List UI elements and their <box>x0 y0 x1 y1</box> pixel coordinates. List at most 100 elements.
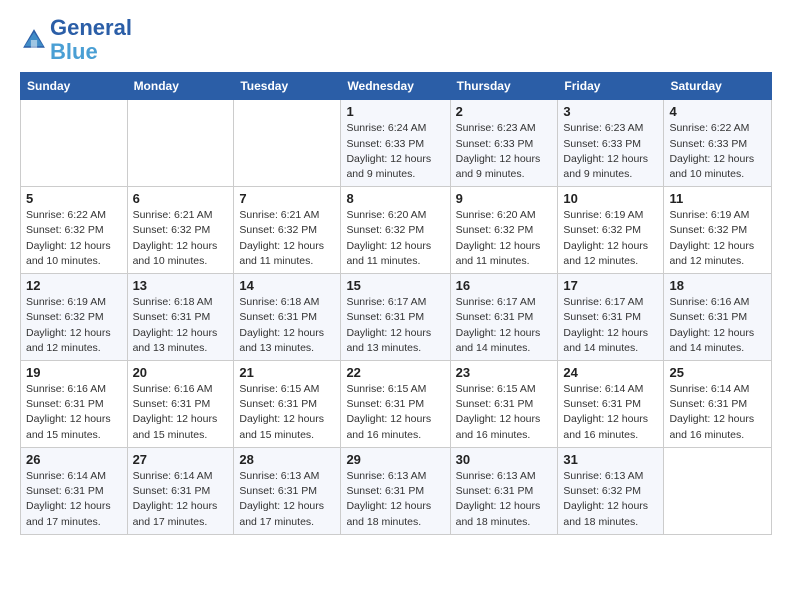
day-number: 25 <box>669 365 766 380</box>
calendar-cell: 12 Sunrise: 6:19 AM Sunset: 6:32 PM Dayli… <box>21 274 128 361</box>
weekday-header-wednesday: Wednesday <box>341 73 450 100</box>
calendar-table: SundayMondayTuesdayWednesdayThursdayFrid… <box>20 72 772 534</box>
calendar-cell <box>664 447 772 534</box>
weekday-header-thursday: Thursday <box>450 73 558 100</box>
day-number: 20 <box>133 365 229 380</box>
header: GeneralBlue <box>20 16 772 64</box>
day-info: Sunrise: 6:23 AM Sunset: 6:33 PM Dayligh… <box>456 121 553 182</box>
day-number: 9 <box>456 191 553 206</box>
calendar-cell: 30Sunrise: 6:13 AM Sunset: 6:31 PM Dayli… <box>450 447 558 534</box>
day-info: Sunrise: 6:14 AM Sunset: 6:31 PM Dayligh… <box>26 469 122 530</box>
day-info: Sunrise: 6:19 AM Sunset: 6:32 PM Dayligh… <box>563 208 658 269</box>
weekday-header-row: SundayMondayTuesdayWednesdayThursdayFrid… <box>21 73 772 100</box>
day-info: Sunrise: 6:15 AM Sunset: 6:31 PM Dayligh… <box>346 382 444 443</box>
calendar-cell: 9 Sunrise: 6:20 AM Sunset: 6:32 PM Daylig… <box>450 187 558 274</box>
day-number: 6 <box>133 191 229 206</box>
day-info: Sunrise: 6:19 AM Sunset: 6:32 PM Dayligh… <box>26 295 122 356</box>
day-info: Sunrise: 6:13 AM Sunset: 6:31 PM Dayligh… <box>239 469 335 530</box>
calendar-cell: 6 Sunrise: 6:21 AM Sunset: 6:32 PM Daylig… <box>127 187 234 274</box>
calendar-cell: 13 Sunrise: 6:18 AM Sunset: 6:31 PM Dayli… <box>127 274 234 361</box>
day-info: Sunrise: 6:21 AM Sunset: 6:32 PM Dayligh… <box>133 208 229 269</box>
day-number: 1 <box>346 104 444 119</box>
day-number: 8 <box>346 191 444 206</box>
weekday-header-friday: Friday <box>558 73 664 100</box>
calendar-cell: 24 Sunrise: 6:14 AM Sunset: 6:31 PM Dayli… <box>558 361 664 448</box>
weekday-header-tuesday: Tuesday <box>234 73 341 100</box>
calendar-cell <box>234 100 341 187</box>
day-info: Sunrise: 6:18 AM Sunset: 6:31 PM Dayligh… <box>133 295 229 356</box>
day-number: 17 <box>563 278 658 293</box>
day-info: Sunrise: 6:15 AM Sunset: 6:31 PM Dayligh… <box>456 382 553 443</box>
calendar-week-3: 12 Sunrise: 6:19 AM Sunset: 6:32 PM Dayli… <box>21 274 772 361</box>
day-number: 26 <box>26 452 122 467</box>
day-number: 27 <box>133 452 229 467</box>
day-info: Sunrise: 6:18 AM Sunset: 6:31 PM Dayligh… <box>239 295 335 356</box>
day-info: Sunrise: 6:15 AM Sunset: 6:31 PM Dayligh… <box>239 382 335 443</box>
calendar-cell: 25 Sunrise: 6:14 AM Sunset: 6:31 PM Dayli… <box>664 361 772 448</box>
day-info: Sunrise: 6:17 AM Sunset: 6:31 PM Dayligh… <box>563 295 658 356</box>
day-number: 16 <box>456 278 553 293</box>
day-info: Sunrise: 6:24 AM Sunset: 6:33 PM Dayligh… <box>346 121 444 182</box>
calendar-cell: 10 Sunrise: 6:19 AM Sunset: 6:32 PM Dayli… <box>558 187 664 274</box>
day-number: 15 <box>346 278 444 293</box>
day-number: 29 <box>346 452 444 467</box>
calendar-cell: 18Sunrise: 6:16 AM Sunset: 6:31 PM Dayli… <box>664 274 772 361</box>
logo-icon <box>20 26 48 54</box>
calendar-cell: 3Sunrise: 6:23 AM Sunset: 6:33 PM Daylig… <box>558 100 664 187</box>
day-info: Sunrise: 6:20 AM Sunset: 6:32 PM Dayligh… <box>456 208 553 269</box>
day-info: Sunrise: 6:14 AM Sunset: 6:31 PM Dayligh… <box>563 382 658 443</box>
calendar-cell: 5Sunrise: 6:22 AM Sunset: 6:32 PM Daylig… <box>21 187 128 274</box>
calendar-week-5: 26 Sunrise: 6:14 AM Sunset: 6:31 PM Dayli… <box>21 447 772 534</box>
calendar-week-1: 1 Sunrise: 6:24 AM Sunset: 6:33 PM Daylig… <box>21 100 772 187</box>
day-number: 5 <box>26 191 122 206</box>
calendar-week-4: 19 Sunrise: 6:16 AM Sunset: 6:31 PM Dayli… <box>21 361 772 448</box>
calendar-cell: 29Sunrise: 6:13 AM Sunset: 6:31 PM Dayli… <box>341 447 450 534</box>
calendar-cell: 22 Sunrise: 6:15 AM Sunset: 6:31 PM Dayli… <box>341 361 450 448</box>
day-number: 28 <box>239 452 335 467</box>
day-info: Sunrise: 6:14 AM Sunset: 6:31 PM Dayligh… <box>669 382 766 443</box>
day-info: Sunrise: 6:14 AM Sunset: 6:31 PM Dayligh… <box>133 469 229 530</box>
day-number: 11 <box>669 191 766 206</box>
day-number: 21 <box>239 365 335 380</box>
day-number: 18 <box>669 278 766 293</box>
logo: GeneralBlue <box>20 16 132 64</box>
day-info: Sunrise: 6:19 AM Sunset: 6:32 PM Dayligh… <box>669 208 766 269</box>
day-number: 13 <box>133 278 229 293</box>
weekday-header-sunday: Sunday <box>21 73 128 100</box>
day-number: 23 <box>456 365 553 380</box>
day-number: 12 <box>26 278 122 293</box>
weekday-header-monday: Monday <box>127 73 234 100</box>
day-info: Sunrise: 6:17 AM Sunset: 6:31 PM Dayligh… <box>456 295 553 356</box>
day-number: 14 <box>239 278 335 293</box>
day-info: Sunrise: 6:21 AM Sunset: 6:32 PM Dayligh… <box>239 208 335 269</box>
day-number: 10 <box>563 191 658 206</box>
day-info: Sunrise: 6:23 AM Sunset: 6:33 PM Dayligh… <box>563 121 658 182</box>
calendar-cell: 26 Sunrise: 6:14 AM Sunset: 6:31 PM Dayli… <box>21 447 128 534</box>
calendar-cell: 21 Sunrise: 6:15 AM Sunset: 6:31 PM Dayli… <box>234 361 341 448</box>
calendar-cell: 27 Sunrise: 6:14 AM Sunset: 6:31 PM Dayli… <box>127 447 234 534</box>
day-info: Sunrise: 6:16 AM Sunset: 6:31 PM Dayligh… <box>26 382 122 443</box>
calendar-cell <box>21 100 128 187</box>
logo-blue: Blue <box>50 39 98 64</box>
calendar-cell: 20Sunrise: 6:16 AM Sunset: 6:31 PM Dayli… <box>127 361 234 448</box>
page-container: GeneralBlue SundayMondayTuesdayWednesday… <box>0 0 792 551</box>
calendar-cell: 8Sunrise: 6:20 AM Sunset: 6:32 PM Daylig… <box>341 187 450 274</box>
day-number: 19 <box>26 365 122 380</box>
day-number: 30 <box>456 452 553 467</box>
day-number: 7 <box>239 191 335 206</box>
calendar-cell: 23 Sunrise: 6:15 AM Sunset: 6:31 PM Dayli… <box>450 361 558 448</box>
calendar-cell: 16 Sunrise: 6:17 AM Sunset: 6:31 PM Dayli… <box>450 274 558 361</box>
calendar-cell: 17 Sunrise: 6:17 AM Sunset: 6:31 PM Dayli… <box>558 274 664 361</box>
day-info: Sunrise: 6:13 AM Sunset: 6:32 PM Dayligh… <box>563 469 658 530</box>
logo-text: GeneralBlue <box>50 16 132 64</box>
day-number: 4 <box>669 104 766 119</box>
day-number: 24 <box>563 365 658 380</box>
day-info: Sunrise: 6:17 AM Sunset: 6:31 PM Dayligh… <box>346 295 444 356</box>
weekday-header-saturday: Saturday <box>664 73 772 100</box>
calendar-cell: 14 Sunrise: 6:18 AM Sunset: 6:31 PM Dayli… <box>234 274 341 361</box>
calendar-week-2: 5Sunrise: 6:22 AM Sunset: 6:32 PM Daylig… <box>21 187 772 274</box>
calendar-cell: 15 Sunrise: 6:17 AM Sunset: 6:31 PM Dayli… <box>341 274 450 361</box>
calendar-cell: 1 Sunrise: 6:24 AM Sunset: 6:33 PM Daylig… <box>341 100 450 187</box>
day-number: 22 <box>346 365 444 380</box>
day-number: 31 <box>563 452 658 467</box>
